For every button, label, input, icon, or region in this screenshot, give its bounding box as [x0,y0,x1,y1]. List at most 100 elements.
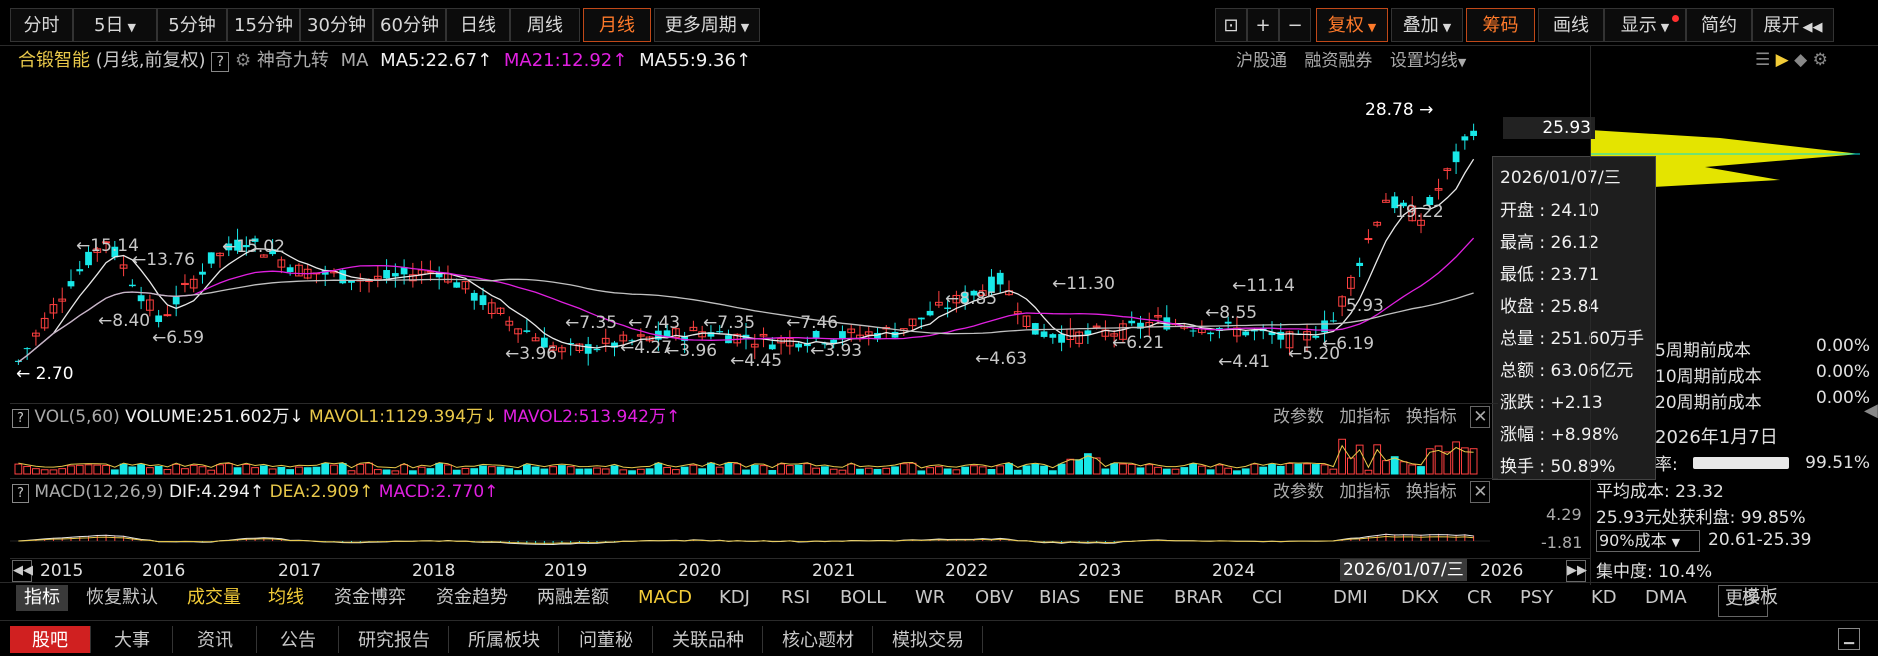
indicator-tab[interactable]: 指标 [24,583,60,613]
bottom-tab[interactable]: 关联品种 [654,626,763,653]
vol-volume: VOLUME:251.602万 [125,407,290,427]
stock-name[interactable]: 合锻智能 [18,50,90,71]
simple-button[interactable]: 简约 [1686,8,1752,42]
close-icon[interactable]: ✕ [1470,481,1491,503]
zoom-out-button[interactable]: − [1279,8,1311,42]
indicator-name[interactable]: 神奇九转 [257,50,329,71]
help-icon[interactable]: ? [211,52,230,72]
candle [67,281,75,287]
volume-bar [1171,468,1180,475]
period-tab-60min[interactable]: 60分钟 [373,8,446,42]
candle [1470,130,1477,136]
period-tab-monthly[interactable]: 月线 [583,8,651,42]
indicator-tab[interactable]: RSI [781,583,810,613]
vol-switch-indicator[interactable]: 换指标 [1406,407,1457,427]
flag-icon[interactable]: ▶ [1776,50,1789,70]
chart-info-bar: 合锻智能 (月线,前复权) ? ⚙ 神奇九转 MA MA5:22.67↑ MA2… [18,50,752,72]
expand-button[interactable]: 展开 ◀◀ [1752,8,1834,42]
gear-icon[interactable]: ⚙ [235,50,251,71]
indicator-tab[interactable]: KDJ [719,583,750,613]
price-mark-14: ←3.96 [665,341,718,361]
template-button[interactable]: 模板 [1742,583,1778,613]
bottom-tab[interactable]: 所属板块 [450,626,559,653]
lock-button[interactable]: ⊡ [1215,8,1247,42]
scroll-right-button[interactable]: ▶▶ [1566,560,1587,582]
help-icon[interactable]: ? [12,484,29,503]
bottom-tab[interactable]: 研究报告 [340,626,449,653]
bottom-tab[interactable]: 模拟交易 [874,626,983,653]
indicator-tab[interactable]: BOLL [840,583,886,613]
volume-bar [549,466,558,475]
volume-bar [645,468,654,475]
price-mark-7: ←7.43 [628,313,681,333]
indicator-tab[interactable]: DMI [1333,583,1368,613]
minimize-panel-icon[interactable]: ▁ [1838,628,1860,650]
indicator-tab[interactable]: 两融差额 [537,583,609,613]
collapse-arrow-icon[interactable]: ◀ [1864,400,1878,421]
macd-name[interactable]: MACD(12,26,9) [34,482,163,502]
candle [1277,331,1285,340]
period-tab-weekly[interactable]: 周线 [510,8,580,42]
candle [199,271,206,275]
link-ma-settings[interactable]: 设置均线 [1390,51,1458,71]
volume-bar [663,466,671,475]
display-dropdown[interactable]: 显示 ▼ [1604,8,1686,42]
link-hk-connect[interactable]: 沪股通 [1236,51,1287,71]
close-icon[interactable]: ✕ [1470,406,1491,428]
list-icon[interactable]: ☰ [1755,50,1770,70]
bottom-tab[interactable]: 公告 [258,626,339,653]
settings-icon[interactable]: ⚙ [1813,50,1828,70]
candle [348,280,355,283]
indicator-tab[interactable]: ENE [1108,583,1144,613]
indicator-tab[interactable]: 资金博弈 [334,583,406,613]
indicator-tab[interactable]: MACD [638,583,692,613]
indicator-tab[interactable]: 均线 [268,583,304,613]
indicator-tab[interactable]: DKX [1401,583,1439,613]
indicator-tab[interactable]: WR [915,583,945,613]
period-tab-15min[interactable]: 15分钟 [227,8,300,42]
macd-add-indicator[interactable]: 加指标 [1339,482,1390,502]
indicator-tab[interactable]: 成交量 [187,583,241,613]
help-icon[interactable]: ? [12,409,29,428]
period-tab-5day[interactable]: 5日 ▼ [73,8,157,42]
candle [172,296,180,305]
indicator-tab[interactable]: BIAS [1039,583,1080,613]
period-tab-intraday[interactable]: 分时 [10,8,73,42]
macd-edit-params[interactable]: 改参数 [1273,482,1324,502]
bottom-tab[interactable]: 大事 [92,626,173,653]
indicator-tab[interactable]: CR [1467,583,1492,613]
volume-bar [137,464,145,475]
link-margin[interactable]: 融资融券 [1304,51,1372,71]
adjust-dropdown[interactable]: 复权 ▼ [1316,8,1388,42]
vol-add-indicator[interactable]: 加指标 [1339,407,1390,427]
bottom-tab-guba[interactable]: 股吧 [10,626,91,653]
indicator-tab[interactable]: KD [1591,583,1617,613]
indicator-tab[interactable]: CCI [1252,583,1282,613]
vol-edit-params[interactable]: 改参数 [1273,407,1324,427]
year-label: 2020 [678,561,722,581]
indicator-tab[interactable]: PSY [1520,583,1553,613]
period-tab-5min[interactable]: 5分钟 [157,8,227,42]
indicator-tab[interactable]: 资金趋势 [436,583,508,613]
triangle-icon[interactable]: ◆ [1794,50,1807,70]
cost-select[interactable]: 90%成本 ▼ [1596,530,1700,552]
more-periods-dropdown[interactable]: 更多周期 ▼ [654,8,760,42]
indicator-tab[interactable]: 恢复默认 [86,583,158,613]
overlay-dropdown[interactable]: 叠加 ▼ [1391,8,1463,42]
volume-bar [14,463,23,475]
indicator-tab[interactable]: OBV [975,583,1013,613]
volume-bar [1040,465,1048,475]
vol-name[interactable]: VOL(5,60) [34,407,119,427]
zoom-in-button[interactable]: + [1247,8,1279,42]
chip-button[interactable]: 筹码 [1466,8,1535,42]
indicator-tab[interactable]: DMA [1645,583,1687,613]
period-tab-30min[interactable]: 30分钟 [300,8,373,42]
scroll-left-button[interactable]: ◀◀ [12,560,33,582]
macd-switch-indicator[interactable]: 换指标 [1406,482,1457,502]
indicator-tab[interactable]: BRAR [1174,583,1223,613]
bottom-tab[interactable]: 资讯 [174,626,257,653]
draw-button[interactable]: 画线 [1538,8,1604,42]
period-tab-daily[interactable]: 日线 [446,8,510,42]
bottom-tab[interactable]: 问董秘 [560,626,653,653]
bottom-tab[interactable]: 核心题材 [764,626,873,653]
